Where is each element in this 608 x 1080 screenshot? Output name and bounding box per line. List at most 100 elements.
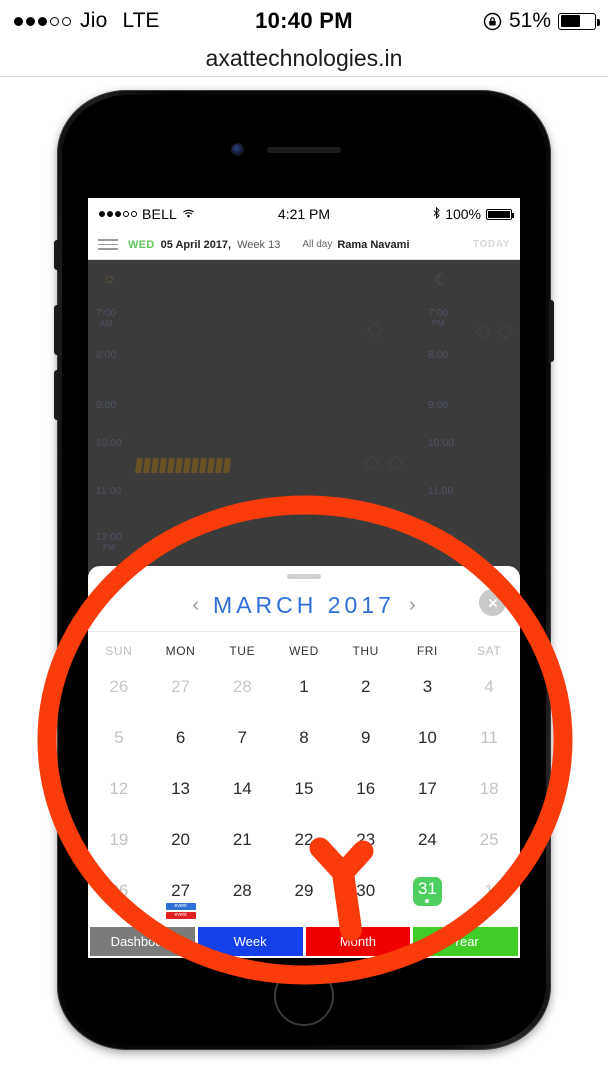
calendar-day-cell[interactable]: 31 — [397, 873, 459, 924]
mute-switch[interactable] — [54, 240, 59, 270]
hour-label: 12:00 PM — [96, 532, 123, 552]
event-bar[interactable]: event — [165, 903, 196, 910]
calendar-day-cell[interactable]: 17 — [397, 771, 459, 822]
calendar-day-cell[interactable]: 3 — [397, 669, 459, 720]
tab-year[interactable]: Year — [413, 927, 518, 956]
event-diamond-icon — [475, 323, 492, 340]
app-status-right: 100% — [433, 206, 514, 222]
volume-up-button[interactable] — [54, 305, 59, 355]
day-number: 17 — [417, 779, 437, 798]
calendar-day-cell[interactable]: 5 — [88, 720, 150, 771]
calendar-day-cell[interactable]: 23 — [335, 822, 397, 873]
calendar-day-cell[interactable]: 9 — [335, 720, 397, 771]
hamburger-menu-icon[interactable] — [98, 239, 118, 250]
calendar-day-cell[interactable]: 1 — [458, 873, 520, 924]
app-battery-icon — [486, 208, 514, 220]
day-number: 21 — [232, 830, 252, 849]
header-allday-label: All day — [302, 239, 333, 250]
calendar-day-cell[interactable]: 21 — [211, 822, 273, 873]
chevron-left-icon[interactable]: ‹ — [178, 595, 213, 615]
bluetooth-icon — [433, 206, 440, 222]
calendar-day-cell[interactable]: 25 — [458, 822, 520, 873]
close-icon[interactable] — [479, 589, 506, 616]
calendar-day-cell[interactable]: 14 — [211, 771, 273, 822]
tab-month[interactable]: Month — [305, 927, 411, 956]
calendar-day-cell[interactable]: 7 — [211, 720, 273, 771]
day-number: 11 — [480, 728, 498, 747]
selected-day-pill[interactable]: 31 — [412, 877, 442, 906]
day-number: 6 — [175, 728, 186, 747]
calendar-day-cell[interactable]: 20 — [150, 822, 212, 873]
calendar-day-cell[interactable]: 27 event event — [150, 873, 212, 924]
battery-icon — [558, 12, 600, 30]
calendar-day-cell[interactable]: 30 — [335, 873, 397, 924]
calendar-day-cell[interactable]: 26 — [88, 669, 150, 720]
weekday-sun: SUN — [105, 643, 133, 658]
event-diamond-icon — [367, 322, 384, 339]
hour-label: 8:00 — [96, 350, 117, 361]
today-button[interactable]: TODAY — [473, 239, 510, 250]
hour-label: 11:00 — [96, 486, 122, 497]
day-event-bars: event event — [165, 903, 196, 919]
battery-percent-label: 51% — [508, 9, 551, 32]
calendar-day-cell[interactable]: 16 — [335, 771, 397, 822]
day-number: 26 — [109, 677, 129, 696]
calendar-day-cell[interactable]: 12 — [88, 771, 150, 822]
event-bar[interactable]: event — [165, 912, 196, 919]
calendar-day-cell[interactable]: 15 — [273, 771, 335, 822]
day-number: 10 — [417, 728, 437, 747]
tab-week[interactable]: Week — [197, 927, 303, 956]
calendar-day-cell[interactable]: 10 — [397, 720, 459, 771]
event-diamond-icon — [497, 323, 514, 340]
day-view-background: ☼ 7:00 AM 8:00 9:00 10:00 11:00 12:00 PM — [88, 260, 520, 958]
day-number: 19 — [109, 830, 129, 849]
calendar-day-cell[interactable]: 11 — [458, 720, 520, 771]
day-number: 22 — [294, 830, 314, 849]
hour-label: 9:00 — [96, 400, 117, 411]
calendar-day-cell[interactable]: 4 — [458, 669, 520, 720]
weekday-fri: FRI — [416, 643, 438, 658]
month-title-label: MARCH 2017 — [213, 591, 395, 618]
volume-down-button[interactable] — [54, 370, 59, 420]
home-button[interactable] — [274, 966, 334, 1026]
calendar-day-cell[interactable]: 27 — [150, 669, 212, 720]
calendar-day-cell[interactable]: 1 — [273, 669, 335, 720]
calendar-day-cell[interactable]: 28 — [211, 669, 273, 720]
hour-label: 12:00 AM — [428, 532, 455, 552]
calendar-day-cell[interactable]: 26 — [88, 873, 150, 924]
calendar-day-cell[interactable]: 28 — [211, 873, 273, 924]
chevron-right-icon[interactable]: › — [395, 595, 430, 615]
calendar-day-cell[interactable]: 13 — [150, 771, 212, 822]
calendar-day-cell[interactable]: 8 — [273, 720, 335, 771]
day-number: 8 — [299, 728, 309, 747]
event-dot — [425, 899, 430, 903]
hour-label: 10:00 — [428, 438, 455, 449]
calendar-day-cell[interactable]: 19 — [88, 822, 150, 873]
earpiece-speaker — [267, 147, 341, 153]
day-number: 14 — [232, 779, 252, 798]
calendar-day-cell[interactable]: 22 — [273, 822, 335, 873]
weekday-wed: WED — [289, 643, 319, 658]
calendar-day-cell[interactable]: 6 — [150, 720, 212, 771]
calendar-day-cell[interactable]: 18 — [458, 771, 520, 822]
day-number: 3 — [422, 677, 433, 696]
tab-dashboard[interactable]: Dashboard — [90, 927, 195, 956]
app-header: WED 05 April 2017, Week 13 All day Rama … — [88, 230, 520, 260]
day-number: 31 — [417, 879, 437, 898]
calendar-day-cell[interactable]: 24 — [397, 822, 459, 873]
day-number: 13 — [171, 779, 191, 798]
day-number: 7 — [237, 728, 248, 747]
header-event-label: Rama Navami — [337, 238, 410, 251]
day-number: 30 — [356, 881, 376, 900]
day-number: 27 — [171, 677, 191, 696]
phone-device-frame: BELL 4:21 PM 100% WED 05 April 2017, Wee… — [54, 90, 554, 1050]
day-number: 12 — [109, 779, 129, 798]
power-button[interactable] — [549, 300, 554, 362]
day-number: 9 — [360, 728, 371, 747]
calendar-day-cell[interactable]: 29 — [273, 873, 335, 924]
calendar-day-cell[interactable]: 2 — [335, 669, 397, 720]
app-status-bar: BELL 4:21 PM 100% — [88, 198, 520, 230]
url-bar-divider — [0, 76, 608, 77]
phone-screen: BELL 4:21 PM 100% WED 05 April 2017, Wee… — [88, 198, 520, 958]
screenshot-root: Jio LTE 10:40 PM 51% axattechnologies.in — [0, 0, 608, 1080]
